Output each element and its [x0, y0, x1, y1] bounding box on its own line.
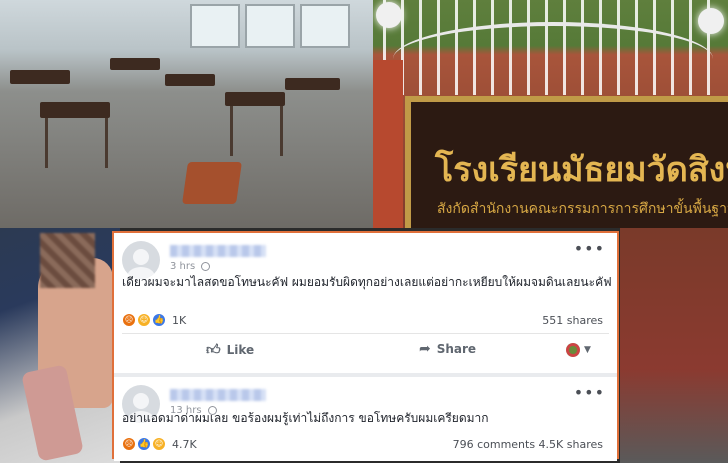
- desk: [110, 58, 160, 70]
- red-chair: [182, 162, 242, 204]
- facebook-post: 3 hrs ••• เดียวผมจะมาไลสดขอโทษนะคัฟ ผมยอ…: [114, 233, 617, 370]
- post-meta: 3 hrs: [170, 261, 211, 272]
- school-sign: โรงเรียนมัธยมวัดสิงห์ สังกัดสำนักงานคณะก…: [405, 96, 728, 228]
- like-button[interactable]: 👍︎ Like: [206, 341, 254, 358]
- facebook-post: 13 hrs ••• อย่าแอดมาด่าผมเลย ขอร้องผมรู้…: [114, 373, 617, 461]
- thumbs-up-icon: 👍︎: [206, 342, 221, 358]
- account-selector[interactable]: ▼: [566, 343, 591, 357]
- like-reaction-icon: 👍: [152, 313, 166, 327]
- desk-leg: [280, 106, 283, 156]
- patient-photo: [0, 228, 120, 463]
- window: [300, 4, 350, 48]
- blurred-face: [40, 233, 95, 288]
- angry-reaction-icon: ☹: [122, 313, 136, 327]
- desk: [285, 78, 340, 90]
- lamp: [698, 8, 724, 34]
- blurred-author-name[interactable]: [170, 389, 266, 401]
- share-label: Share: [436, 342, 477, 356]
- window: [245, 4, 295, 48]
- share-count[interactable]: 551 shares: [542, 314, 603, 327]
- account-avatar-icon: [566, 343, 580, 357]
- reaction-count: 4.7K: [172, 437, 197, 451]
- haha-reaction-icon: ☺: [137, 313, 151, 327]
- reaction-summary[interactable]: ☹ 👍 ☺ 4.7K: [122, 437, 197, 451]
- post-text: เดียวผมจะมาไลสดขอโทษนะคัฟ ผมยอมรับผิดทุก…: [122, 275, 612, 289]
- like-label: Like: [226, 342, 255, 357]
- gate-pillar-photo: [620, 228, 728, 463]
- school-sign-subtitle: สังกัดสำนักงานคณะกรรมการการศึกษาขั้นพื้น…: [437, 201, 728, 217]
- window: [190, 4, 240, 48]
- post-actions: 👍︎ Like ➦ Share ▼: [114, 337, 617, 365]
- reaction-count: 1K: [172, 313, 187, 327]
- desk-leg: [230, 106, 233, 156]
- post-text: อย่าแอดมาด่าผมเลย ขอร้องผมรู้เท่าไม่ถึงก…: [122, 411, 489, 425]
- angry-reaction-icon: ☹: [122, 437, 136, 451]
- desk: [40, 102, 110, 118]
- desk: [10, 70, 70, 84]
- gate-pillar: [373, 60, 403, 228]
- haha-reaction-icon: ☺: [152, 437, 166, 451]
- globe-icon: [201, 261, 211, 271]
- gate-arch: [393, 22, 713, 96]
- lamp: [376, 2, 402, 28]
- desk-leg: [45, 118, 48, 168]
- school-sign-title: โรงเรียนมัธยมวัดสิงห์: [435, 150, 728, 190]
- reaction-summary[interactable]: ☹ ☺ 👍 1K: [122, 313, 186, 327]
- more-options-icon[interactable]: •••: [574, 239, 605, 258]
- share-button[interactable]: ➦ Share: [419, 341, 476, 357]
- desk: [225, 92, 285, 106]
- school-gate-photo: โรงเรียนมัธยมวัดสิงห์ สังกัดสำนักงานคณะก…: [373, 0, 728, 228]
- classroom-photo: [0, 0, 373, 228]
- desk-leg: [105, 118, 108, 168]
- post-time[interactable]: 3 hrs: [170, 261, 195, 272]
- blurred-author-name[interactable]: [170, 245, 266, 257]
- divider: [122, 333, 609, 334]
- more-options-icon[interactable]: •••: [574, 383, 605, 402]
- caret-down-icon: ▼: [584, 345, 591, 355]
- share-arrow-icon: ➦: [419, 341, 431, 357]
- desk: [165, 74, 215, 86]
- facebook-posts-frame: 3 hrs ••• เดียวผมจะมาไลสดขอโทษนะคัฟ ผมยอ…: [112, 231, 619, 461]
- like-reaction-icon: 👍: [137, 437, 151, 451]
- comments-shares-count[interactable]: 796 comments 4.5K shares: [453, 438, 603, 451]
